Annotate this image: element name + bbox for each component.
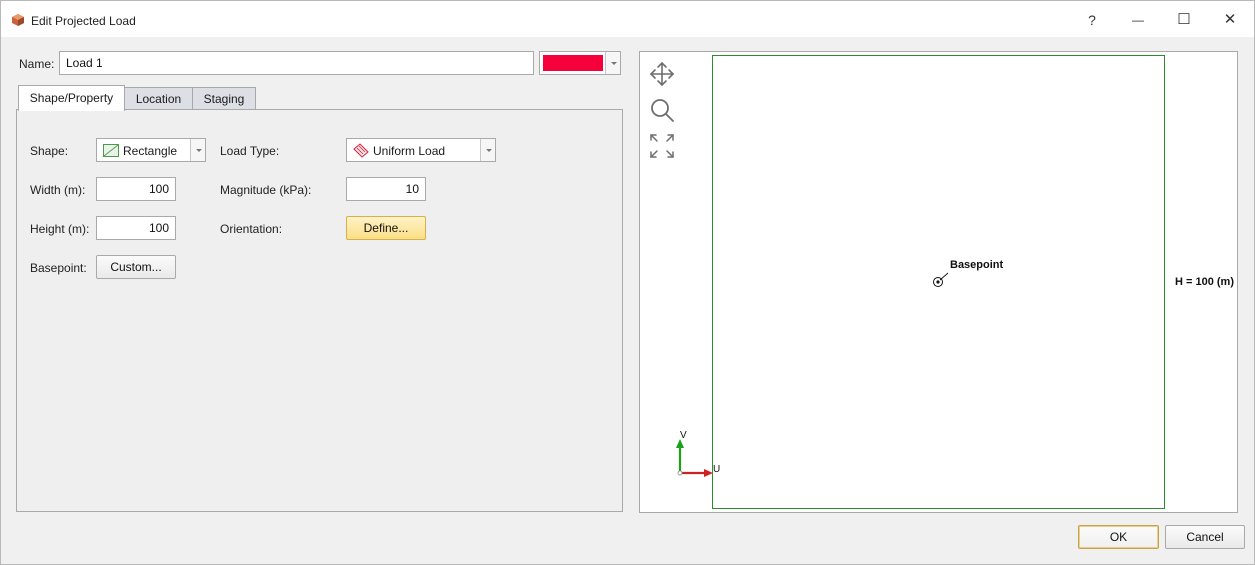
uniform-load-icon: [353, 143, 369, 158]
chevron-down-icon[interactable]: [480, 139, 495, 161]
shape-value: Rectangle: [123, 144, 178, 158]
magnitude-label: Magnitude (kPa):: [220, 183, 312, 197]
axis-gizmo-icon: [676, 439, 713, 477]
width-input[interactable]: 100: [96, 177, 176, 201]
axis-u-label: U: [713, 464, 721, 475]
orientation-label: Orientation:: [220, 222, 283, 236]
chevron-down-icon[interactable]: [190, 139, 205, 161]
tab-staging[interactable]: Staging: [192, 87, 256, 111]
magnitude-input[interactable]: 10: [346, 177, 426, 201]
shape-select[interactable]: Rectangle: [96, 138, 206, 162]
preview-viewport[interactable]: Basepoint H = 100 (m) V U: [639, 51, 1238, 513]
color-swatch: [543, 55, 603, 71]
app-icon: [12, 14, 24, 26]
height-input[interactable]: 100: [96, 216, 176, 240]
define-orientation-button[interactable]: Define...: [346, 216, 426, 240]
close-button[interactable]: ✕: [1215, 9, 1245, 31]
chevron-down-icon[interactable]: [605, 52, 620, 74]
zoom-extents-icon[interactable]: [648, 132, 676, 160]
basepoint-marker-icon: [933, 272, 949, 287]
custom-basepoint-button[interactable]: Custom...: [96, 255, 176, 279]
zoom-icon[interactable]: [648, 96, 676, 124]
name-label: Name:: [19, 57, 55, 71]
basepoint-label-text: Basepoint: [950, 259, 1004, 271]
title-bar[interactable]: Edit Projected Load ? — ☐ ✕: [1, 1, 1254, 37]
dialog-window: Edit Projected Load ? — ☐ ✕ Name: Load 1…: [0, 0, 1255, 565]
axis-v-label: V: [680, 430, 687, 441]
name-input[interactable]: Load 1: [59, 51, 534, 75]
load-type-select[interactable]: Uniform Load: [346, 138, 496, 162]
basepoint-label: Basepoint:: [30, 261, 87, 275]
tab-location[interactable]: Location: [124, 87, 193, 111]
height-dimension-label: H = 100 (m): [1175, 276, 1234, 288]
load-type-value: Uniform Load: [373, 144, 446, 158]
color-picker[interactable]: [539, 51, 621, 75]
window-title: Edit Projected Load: [31, 14, 136, 28]
shape-label: Shape:: [30, 144, 69, 158]
height-label: Height (m):: [30, 222, 90, 236]
help-button[interactable]: ?: [1077, 9, 1107, 31]
width-label: Width (m):: [30, 183, 86, 197]
cancel-button[interactable]: Cancel: [1165, 525, 1245, 549]
maximize-button[interactable]: ☐: [1169, 9, 1199, 31]
minimize-button[interactable]: —: [1123, 9, 1153, 31]
shape-property-panel: [16, 109, 623, 512]
pan-icon[interactable]: [648, 60, 676, 88]
load-type-label: Load Type:: [220, 144, 280, 158]
ok-button[interactable]: OK: [1078, 525, 1159, 549]
rectangle-shape-icon: [103, 144, 119, 157]
tab-shape-property[interactable]: Shape/Property: [18, 85, 125, 111]
